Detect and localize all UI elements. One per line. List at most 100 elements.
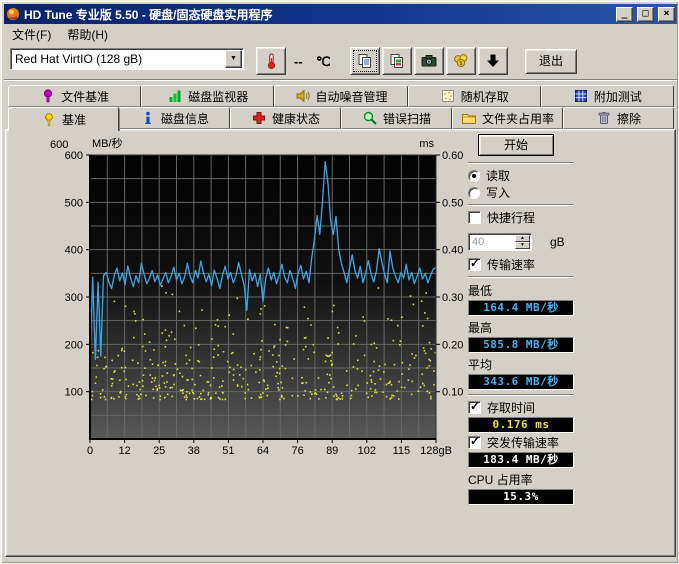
speaker-icon — [295, 88, 311, 104]
transfer-rate-row[interactable]: 传输速率 — [468, 257, 662, 272]
write-radio-row[interactable]: 写入 — [468, 185, 662, 200]
tab-random-access[interactable]: 随机存取 — [408, 85, 541, 107]
trash-icon — [596, 110, 612, 126]
avg-speed-lcd: 343.6 MB/秒 — [468, 374, 574, 390]
temperature-value: -- — [294, 54, 303, 69]
camera-icon — [420, 52, 438, 70]
svg-text:0.50: 0.50 — [442, 197, 463, 209]
tab-extra-tests[interactable]: 附加测试 — [541, 85, 674, 107]
benchmark-controls: 开始 读取 写入 快捷行程 40 ▲ ▼ — [462, 132, 662, 507]
svg-text:$: $ — [460, 61, 463, 67]
burst-rate-checkbox[interactable] — [468, 436, 481, 449]
close-button[interactable]: × — [658, 7, 675, 22]
menu-file[interactable]: 文件(F) — [4, 24, 59, 45]
cpu-usage-label: CPU 占用率 — [468, 471, 662, 488]
thermometer-icon — [263, 52, 279, 70]
save-results-button[interactable] — [478, 47, 508, 75]
access-time-lcd: 0.176 ms — [468, 417, 574, 433]
tab-file-benchmark[interactable]: 文件基准 — [8, 85, 141, 107]
svg-text:600: 600 — [65, 150, 83, 162]
svg-text:76: 76 — [291, 445, 303, 457]
short-stroke-size-input[interactable]: 40 ▲ ▼ — [468, 233, 532, 251]
access-time-row[interactable]: 存取时间 — [468, 400, 662, 415]
start-button[interactable]: 开始 — [478, 134, 554, 156]
chevron-down-icon[interactable]: ▼ — [225, 50, 242, 68]
title-bar: HD Tune 专业版 5.50 - 硬盘/固态硬盘实用程序 _ □ × — [4, 4, 677, 24]
short-stroke-checkbox[interactable] — [468, 211, 481, 224]
svg-text:128gB: 128gB — [420, 445, 452, 457]
benchmark-chart: 1002003004005006000.100.200.300.400.500.… — [6, 130, 468, 475]
read-radio-row[interactable]: 读取 — [468, 168, 662, 183]
folder-icon — [461, 110, 477, 126]
burst-rate-row[interactable]: 突发传输速率 — [468, 435, 662, 450]
tab-label: 附加测试 — [594, 88, 642, 105]
tab-label: 自动噪音管理 — [316, 88, 388, 105]
read-radio[interactable] — [468, 170, 480, 182]
minimize-button[interactable]: _ — [616, 7, 633, 22]
tab-row-primary: 基准 磁盘信息 健康状态 错误扫描 文件夹占用率 擦除 — [8, 107, 674, 129]
tab-disk-info[interactable]: 磁盘信息 — [119, 107, 230, 129]
svg-text:0.10: 0.10 — [442, 387, 463, 399]
toolbar: Red Hat VirtIO (128 gB) ▼ -- ℃ — [4, 44, 677, 80]
copy-image-icon — [388, 52, 406, 70]
health-cross-icon — [251, 110, 267, 126]
paste-values-button[interactable]: $ — [446, 47, 476, 75]
svg-text:64: 64 — [257, 445, 269, 457]
short-stroke-size-row: 40 ▲ ▼ gB — [468, 233, 662, 251]
burst-rate-lcd: 183.4 MB/秒 — [468, 452, 574, 468]
exit-button[interactable]: 退出 — [525, 49, 577, 74]
tab-erase[interactable]: 擦除 — [563, 107, 674, 129]
spin-up-icon[interactable]: ▲ — [515, 235, 530, 242]
max-speed-lcd: 585.8 MB/秒 — [468, 337, 574, 353]
download-arrow-icon — [484, 52, 502, 70]
spin-down-icon[interactable]: ▼ — [515, 242, 530, 249]
window-title: HD Tune 专业版 5.50 - 硬盘/固态硬盘实用程序 — [24, 6, 612, 23]
tab-error-scan[interactable]: 错误扫描 — [341, 107, 452, 129]
hdtune-window: HD Tune 专业版 5.50 - 硬盘/固态硬盘实用程序 _ □ × 文件(… — [0, 0, 679, 564]
separator — [468, 204, 574, 206]
tab-label: 文件夹占用率 — [482, 110, 554, 127]
temperature-unit: ℃ — [316, 54, 331, 70]
max-label: 最高 — [468, 319, 662, 336]
svg-text:200: 200 — [65, 339, 83, 351]
tab-label: 文件基准 — [61, 88, 109, 105]
tab-label: 基准 — [62, 111, 86, 128]
info-icon — [140, 110, 156, 126]
write-radio[interactable] — [468, 187, 480, 199]
svg-text:115: 115 — [393, 445, 411, 457]
separator — [468, 394, 574, 396]
short-stroke-label: 快捷行程 — [487, 209, 535, 226]
coins-icon: $ — [452, 52, 470, 70]
svg-text:0: 0 — [87, 445, 93, 457]
svg-text:500: 500 — [65, 197, 83, 209]
transfer-rate-checkbox[interactable] — [468, 258, 481, 271]
svg-text:38: 38 — [188, 445, 200, 457]
temperature-button[interactable] — [256, 47, 286, 75]
short-stroke-row[interactable]: 快捷行程 — [468, 210, 662, 225]
svg-text:102: 102 — [358, 445, 376, 457]
copy-image-button[interactable] — [382, 47, 412, 75]
drive-select[interactable]: Red Hat VirtIO (128 gB) ▼ — [10, 48, 244, 70]
copy-text-button[interactable] — [350, 47, 380, 75]
svg-text:MB/秒: MB/秒 — [92, 136, 123, 150]
screenshot-button[interactable] — [414, 47, 444, 75]
tab-aam[interactable]: 自动噪音管理 — [274, 85, 407, 107]
menu-help[interactable]: 帮助(H) — [59, 24, 116, 45]
tab-health[interactable]: 健康状态 — [230, 107, 341, 129]
tab-benchmark[interactable]: 基准 — [8, 107, 119, 131]
tab-disk-monitor[interactable]: 磁盘监视器 — [141, 85, 274, 107]
disk-monitor-icon — [167, 88, 183, 104]
app-icon — [6, 7, 20, 21]
write-label: 写入 — [486, 184, 510, 201]
svg-text:89: 89 — [326, 445, 338, 457]
short-stroke-unit: gB — [550, 235, 565, 249]
svg-text:51: 51 — [222, 445, 234, 457]
magnifier-icon — [362, 110, 378, 126]
svg-text:25: 25 — [153, 445, 165, 457]
tab-folder-usage[interactable]: 文件夹占用率 — [452, 107, 563, 129]
maximize-button[interactable]: □ — [637, 7, 654, 22]
access-time-checkbox[interactable] — [468, 401, 481, 414]
svg-text:0.60: 0.60 — [442, 150, 463, 162]
svg-text:12: 12 — [118, 445, 130, 457]
tab-label: 健康状态 — [272, 110, 320, 127]
